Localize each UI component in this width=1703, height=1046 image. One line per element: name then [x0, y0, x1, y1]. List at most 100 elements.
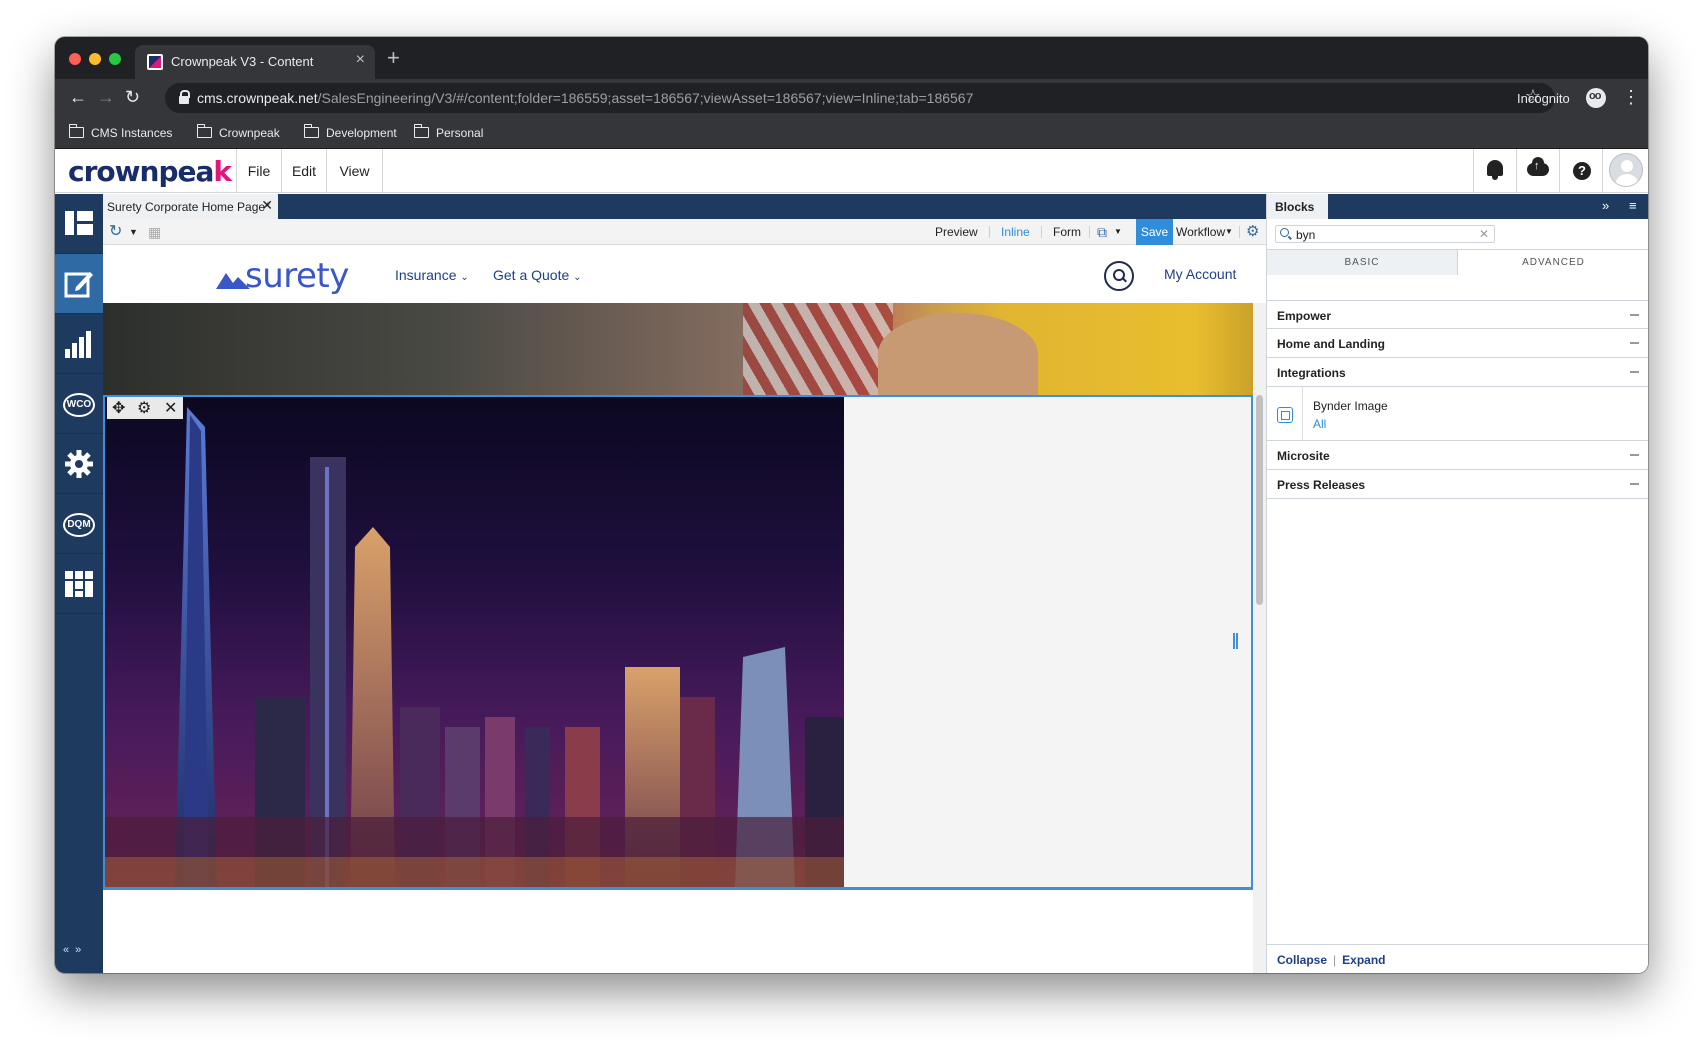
- block-settings-gear-icon[interactable]: ⚙: [137, 398, 151, 418]
- nav-settings[interactable]: [55, 434, 103, 494]
- editor-toolbar: ↻ ▼ ▦ Preview Inline Form ⧉ ▼ Save Workf…: [103, 219, 1266, 245]
- remove-block-icon[interactable]: ✕: [164, 398, 177, 418]
- workflow-button[interactable]: Workflow: [1176, 219, 1225, 245]
- menu-edit[interactable]: Edit: [281, 149, 326, 193]
- group-label: Empower: [1277, 309, 1332, 323]
- toolbar-separator: [1239, 226, 1240, 238]
- help-button[interactable]: ?: [1559, 149, 1602, 193]
- block-item-all-link[interactable]: All: [1313, 417, 1326, 431]
- toolbar-separator: [989, 226, 990, 238]
- site-nav-get-a-quote[interactable]: Get a Quote ⌄: [493, 267, 582, 283]
- notifications-button[interactable]: [1473, 149, 1516, 193]
- asset-settings-gear-icon[interactable]: ⚙: [1246, 219, 1259, 245]
- block-controls: ✥ ⚙ ✕: [107, 397, 183, 419]
- reload-icon[interactable]: ↻: [125, 87, 140, 107]
- logo-text: crownpea: [68, 155, 214, 188]
- block-item-name: Bynder Image: [1313, 399, 1388, 413]
- site-search-icon[interactable]: [1104, 261, 1134, 291]
- close-document-tab-icon[interactable]: ✕: [261, 197, 273, 214]
- bookmark-crownpeak[interactable]: Crownpeak: [196, 124, 280, 140]
- city-skyline-image[interactable]: [105, 397, 844, 887]
- collapse-group-icon[interactable]: [1630, 371, 1639, 373]
- forward-arrow-icon[interactable]: →: [97, 87, 115, 107]
- clear-search-icon[interactable]: ✕: [1479, 227, 1489, 241]
- minimize-window-button[interactable]: [89, 53, 101, 65]
- expand-all-link[interactable]: Expand: [1342, 953, 1385, 967]
- content-scrollbar[interactable]: [1253, 303, 1266, 973]
- maximize-window-button[interactable]: [109, 53, 121, 65]
- bookmark-cms-instances[interactable]: CMS Instances: [68, 124, 172, 140]
- folder-icon: [413, 124, 429, 138]
- panel-menu-icon[interactable]: ≡: [1629, 198, 1637, 213]
- toolbar-separator: [1089, 226, 1090, 238]
- site-nav-insurance[interactable]: Insurance ⌄: [395, 267, 469, 283]
- back-arrow-icon[interactable]: ←: [69, 87, 87, 107]
- help-icon: ?: [1573, 162, 1591, 180]
- tab-basic[interactable]: BASIC: [1267, 250, 1458, 275]
- browser-menu-icon[interactable]: ⋮: [1622, 87, 1640, 108]
- group-label: Press Releases: [1277, 478, 1366, 492]
- nav-content[interactable]: [55, 254, 103, 314]
- refresh-dropdown-caret-icon[interactable]: ▼: [129, 219, 138, 245]
- my-account-link[interactable]: My Account: [1164, 266, 1236, 282]
- nav-reports[interactable]: [55, 314, 103, 374]
- collapse-panel-icon[interactable]: »: [1602, 198, 1609, 213]
- group-empower[interactable]: Empower: [1267, 300, 1648, 329]
- tab-advanced[interactable]: ADVANCED: [1458, 250, 1648, 275]
- group-press-releases[interactable]: Press Releases: [1267, 470, 1648, 499]
- address-bar[interactable]: cms.crownpeak.net/SalesEngineering/V3/#/…: [165, 83, 1555, 113]
- document-tab[interactable]: Surety Corporate Home Page* ✕: [103, 194, 278, 219]
- nav-wco[interactable]: WCO: [55, 374, 103, 434]
- new-tab-icon[interactable]: +: [387, 47, 400, 69]
- menu-file[interactable]: File: [236, 149, 281, 193]
- block-item-bynder-image[interactable]: Bynder Image All: [1267, 387, 1648, 441]
- nav-dashboard[interactable]: [55, 194, 103, 254]
- blocks-tab[interactable]: Blocks: [1267, 194, 1328, 219]
- refresh-icon[interactable]: ↻: [109, 219, 122, 245]
- preview-button[interactable]: Preview: [935, 219, 978, 245]
- inline-button[interactable]: Inline: [1001, 219, 1030, 245]
- bookmark-personal[interactable]: Personal: [413, 124, 483, 140]
- selected-content-block[interactable]: ✥ ⚙ ✕: [103, 395, 1253, 889]
- form-button[interactable]: Form: [1053, 219, 1081, 245]
- browser-window: Crownpeak V3 - Content × + ← → ↻ cms.cro…: [55, 37, 1648, 973]
- group-microsite[interactable]: Microsite: [1267, 441, 1648, 470]
- open-external-icon[interactable]: ⧉: [1097, 219, 1107, 245]
- collapse-group-icon[interactable]: [1630, 342, 1639, 344]
- external-dropdown-caret-icon[interactable]: ▼: [1114, 219, 1122, 245]
- collapse-all-link[interactable]: Collapse: [1277, 953, 1327, 967]
- user-menu-button[interactable]: [1602, 149, 1648, 193]
- nav-apps[interactable]: [55, 554, 103, 614]
- menu-view[interactable]: View: [326, 149, 383, 193]
- incognito-icon[interactable]: [1586, 88, 1606, 108]
- hero-image[interactable]: [103, 303, 1253, 395]
- group-home-and-landing[interactable]: Home and Landing: [1267, 329, 1648, 358]
- folder-icon: [196, 124, 212, 138]
- nav-dqm[interactable]: DQM: [55, 494, 103, 554]
- scrollbar-thumb[interactable]: [1256, 395, 1263, 605]
- blocks-search-input[interactable]: byn ✕: [1275, 225, 1495, 243]
- collapse-group-icon[interactable]: [1630, 454, 1639, 456]
- surety-logo[interactable]: surety: [245, 256, 349, 296]
- save-button[interactable]: Save: [1136, 219, 1173, 245]
- column-resize-handle[interactable]: [1233, 633, 1238, 649]
- publish-button[interactable]: [1516, 149, 1559, 193]
- close-tab-icon[interactable]: ×: [356, 51, 365, 69]
- close-window-button[interactable]: [69, 53, 81, 65]
- collapse-group-icon[interactable]: [1630, 483, 1639, 485]
- crownpeak-logo[interactable]: crownpeak: [68, 155, 232, 188]
- bookmarks-bar: CMS Instances Crownpeak Development Pers…: [55, 117, 1648, 149]
- folder-icon: [303, 124, 319, 138]
- grid-icon[interactable]: ▦: [148, 219, 161, 245]
- collapse-group-icon[interactable]: [1630, 314, 1639, 316]
- move-handle-icon[interactable]: ✥: [112, 398, 125, 418]
- group-integrations[interactable]: Integrations: [1267, 358, 1648, 387]
- browser-tab[interactable]: Crownpeak V3 - Content ×: [135, 45, 375, 79]
- bookmark-development[interactable]: Development: [303, 124, 397, 140]
- workflow-caret-icon[interactable]: ▼: [1225, 219, 1233, 245]
- left-nav: WCO DQM «»: [55, 194, 103, 973]
- browser-tabstrip: Crownpeak V3 - Content × +: [55, 37, 1648, 79]
- site-header: surety Insurance ⌄ Get a Quote ⌄ My Acco…: [103, 245, 1253, 303]
- browser-toolbar: ← → ↻ cms.crownpeak.net/SalesEngineering…: [55, 79, 1648, 117]
- nav-collapse-toggle[interactable]: «»: [63, 944, 87, 956]
